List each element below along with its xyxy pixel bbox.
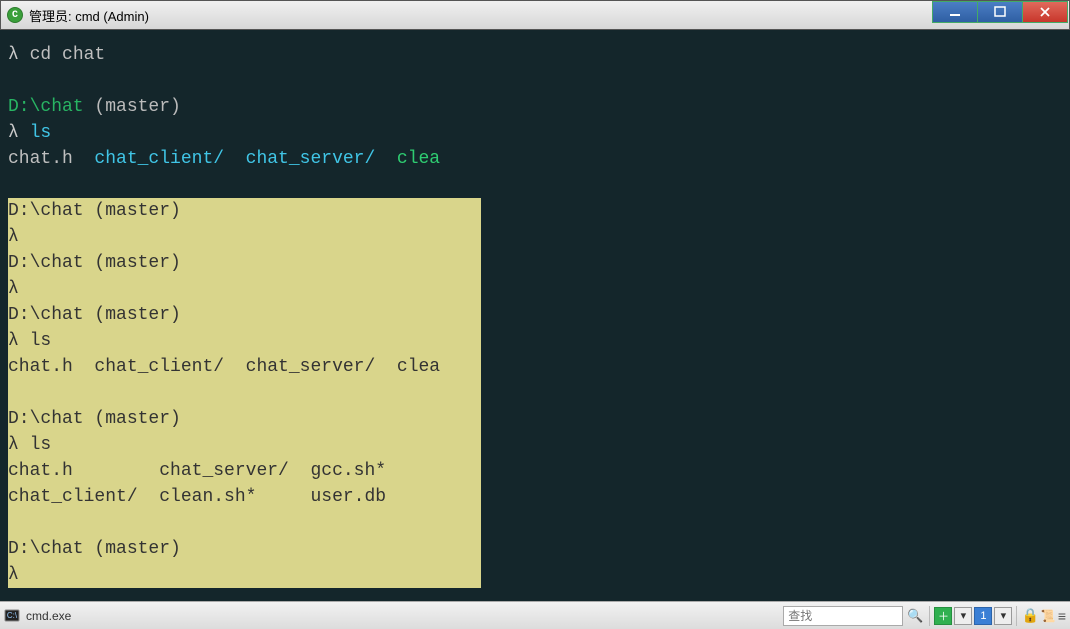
close-icon [1039,6,1051,18]
console-dropdown[interactable]: ▾ [994,607,1012,625]
chevron-down-icon: ▾ [1001,609,1007,622]
minimize-button[interactable] [932,1,978,23]
window-buttons [933,1,1068,23]
lock-icon[interactable]: 🔒 [1021,607,1038,624]
window-title: 管理员: cmd (Admin) [29,6,149,25]
maximize-icon [994,6,1006,18]
close-button[interactable] [1022,1,1068,23]
svg-text:C:\: C:\ [7,611,18,620]
divider [929,606,930,626]
search-input[interactable] [783,606,903,626]
console-index: 1 [980,610,986,622]
window-titlebar: C 管理员: cmd (Admin) [0,0,1070,30]
titlebar-left: C 管理员: cmd (Admin) [1,6,149,25]
new-tab-dropdown[interactable]: ▾ [954,607,972,625]
maximize-button[interactable] [977,1,1023,23]
scroll-icon[interactable]: 📜 [1041,609,1056,623]
search-icon[interactable]: 🔍 [905,608,925,624]
plus-icon: ＋ [938,608,949,624]
tab-label[interactable]: cmd.exe [26,609,71,623]
menu-icon[interactable]: ≡ [1058,608,1066,624]
terminal-text: λ cd chat D:\chat (master) λ ls chat.h c… [8,42,1062,588]
statusbar-right: 🔍 ＋ ▾ 1 ▾ 🔒 📜 ≡ [783,606,1066,626]
statusbar-left: C:\ cmd.exe [4,608,777,624]
chevron-down-icon: ▾ [961,609,967,622]
new-tab-button[interactable]: ＋ [934,607,952,625]
tab-icon: C:\ [4,608,20,624]
console-index-button[interactable]: 1 [974,607,992,625]
app-icon: C [7,7,23,23]
minimize-icon [949,6,961,18]
terminal-output[interactable]: chat.h chat_client/ chat_server/ clea D:… [0,30,1070,601]
status-bar: C:\ cmd.exe 🔍 ＋ ▾ 1 ▾ 🔒 📜 ≡ [0,601,1070,629]
divider [1016,606,1017,626]
